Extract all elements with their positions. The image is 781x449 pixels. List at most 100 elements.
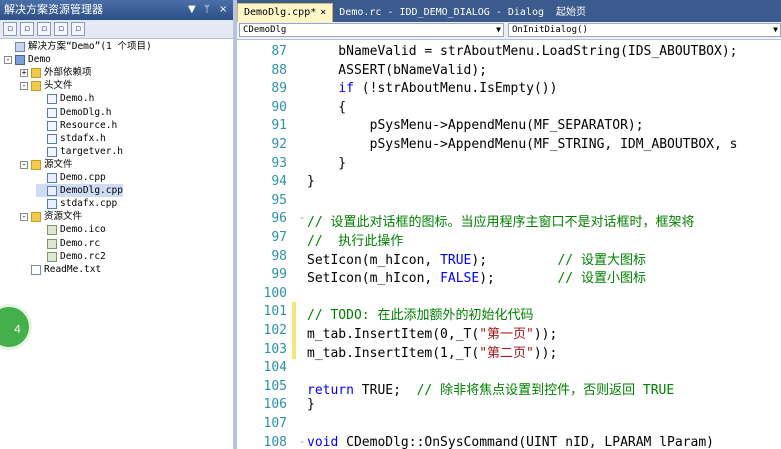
line-number: 87 [271,44,287,59]
code-line[interactable]: pSysMenu->AppendMenu(MF_STRING, IDM_ABOU… [307,137,738,152]
code-line[interactable]: } [307,397,315,412]
code-line[interactable]: // 设置此对话框的图标。当应用程序主窗口不是对话框时，框架将 [307,211,694,230]
folder-icon [31,159,41,170]
tab-label: Demo.rc - IDD_DEMO_DIALOG - Dialog [339,7,544,18]
tree-item[interactable]: DemoDlg.h [36,106,111,119]
code-line[interactable]: m_tab.InsertItem(1,_T("第二页")); [307,342,557,361]
tab-label: 起始页 [555,7,586,18]
tree-item[interactable]: Demo.rc [36,237,100,250]
refresh-icon[interactable]: ▫ [37,22,51,36]
collapse-icon[interactable]: - [20,212,28,221]
member-combo-value: OnInitDialog() [512,25,588,35]
code-token: } [307,174,315,189]
line-number: 94 [271,174,287,189]
tree-item[interactable]: - 头文件 [20,79,73,92]
code-line[interactable]: bNameValid = strAboutMenu.LoadString(IDS… [307,44,737,59]
tree-item[interactable]: stdafx.cpp [36,197,117,210]
tree-item[interactable]: ReadMe.txt [20,263,101,276]
side-badge[interactable]: 4 [0,304,32,350]
code-line[interactable]: ASSERT(bNameValid); [307,63,487,78]
line-number: 107 [263,416,287,431]
tree-item-label: Demo.rc [60,238,101,249]
line-number: 96 [271,211,287,226]
code-token: m_tab.InsertItem(0,_T( [307,327,480,342]
code-line[interactable]: void CDemoDlg::OnSysCommand(UINT nID, LP… [307,435,714,449]
tree-item[interactable]: - 源文件 [20,158,73,171]
pin-icon[interactable]: ᛘ [204,0,210,20]
close-icon[interactable]: × [320,7,326,18]
tree-item[interactable]: - Demo [4,53,51,66]
class-combo[interactable]: CDemoDlg ▼ [239,23,504,37]
line-number: 91 [271,118,287,133]
collapse-icon[interactable]: - [20,81,28,90]
code-token: pSysMenu->AppendMenu(MF_STRING, IDM_ABOU… [307,137,738,152]
expand-icon[interactable]: + [20,68,28,77]
code-line[interactable]: } [307,156,346,171]
panel-title: 解决方案资源管理器 [4,3,103,16]
code-line[interactable]: } [307,174,315,189]
line-number: 105 [263,379,287,394]
document-tab[interactable]: 起始页 [550,4,592,22]
code-line[interactable]: pSysMenu->AppendMenu(MF_SEPARATOR); [307,118,644,133]
tree-item-label: 外部依赖项 [44,67,92,78]
project-icon [15,54,25,65]
document-tab[interactable]: DemoDlg.cpp* × [237,3,334,22]
code-line[interactable]: // 执行此操作 [307,230,403,249]
resource-file-icon [47,224,57,235]
code-line[interactable]: if (!strAboutMenu.IsEmpty()) [307,81,557,96]
tree-item[interactable]: - 资源文件 [20,210,82,223]
tree-item-label: stdafx.cpp [60,198,118,209]
member-combo[interactable]: OnInitDialog() ▼ [508,23,781,37]
document-tab[interactable]: Demo.rc - IDD_DEMO_DIALOG - Dialog [333,4,550,22]
tree-item-label: Demo.h [60,93,95,104]
collapse-icon[interactable]: - [20,160,28,169]
tree-item[interactable]: DemoDlg.cpp [36,184,123,197]
collapse-outline-icon[interactable]: - [299,437,305,448]
properties-icon[interactable]: ▫ [3,22,17,36]
tree-item[interactable]: + 外部依赖项 [20,66,92,79]
tree-item-label: Demo.cpp [60,172,106,183]
folder-icon [31,80,41,91]
view-code-icon[interactable]: ▫ [54,22,68,36]
tree-item[interactable]: Demo.cpp [36,171,106,184]
line-number: 101 [263,304,287,319]
code-line[interactable]: // TODO: 在此添加额外的初始化代码 [307,304,533,323]
panel-dropdown-icon[interactable]: ▼ [188,0,196,20]
code-token: FALSE [440,271,480,286]
code-line[interactable]: return TRUE; // 除非将焦点设置到控件，否则返回 TRUE [307,379,674,398]
line-number: 95 [271,193,287,208]
code-line[interactable]: m_tab.InsertItem(0,_T("第一页")); [307,323,557,342]
code-token: // 执行此操作 [307,234,404,249]
tree-item[interactable]: Demo.rc2 [36,250,106,263]
tree-item[interactable]: Resource.h [36,119,117,132]
line-number: 88 [271,63,287,78]
view-class-diagram-icon[interactable]: ▫ [71,22,85,36]
code-token: ); [471,253,558,268]
code-token: } [307,397,315,412]
folder-icon [31,67,41,78]
collapse-icon[interactable]: - [4,55,12,64]
resource-file-icon [47,238,57,249]
code-token: ASSERT(bNameValid); [307,63,488,78]
tree-item[interactable]: Demo.h [36,92,94,105]
tree-item[interactable]: 解决方案“Demo”(1 个项目) [4,40,152,53]
code-line[interactable]: SetIcon(m_hIcon, TRUE); // 设置大图标 [307,249,646,268]
tree-item[interactable]: stdafx.h [36,132,106,145]
cpp-file-icon [47,198,57,209]
line-number: 97 [271,230,287,245]
code-area[interactable]: 87 88 89 90 91 92 93 94 95 96 97 98 99 100 101 102 103 10… [237,40,781,449]
tab-label: DemoDlg.cpp* [244,7,317,18]
code-line[interactable]: SetIcon(m_hIcon, FALSE); // 设置小图标 [307,267,646,286]
code-line[interactable]: { [307,100,346,115]
tree-item-label: DemoDlg.h [60,107,112,118]
close-icon[interactable]: × [219,0,227,20]
tree-item[interactable]: targetver.h [36,145,123,158]
solution-explorer-title-bar: 解决方案资源管理器 ▼ ᛘ × [0,0,233,20]
code-token: (!strAboutMenu.IsEmpty()) [353,81,558,96]
tree-item[interactable]: Demo.ico [36,223,106,236]
collapse-outline-icon[interactable]: - [299,213,305,224]
code-token: "第一页" [479,327,534,342]
tree-item-label: Demo.ico [60,224,106,235]
show-all-files-icon[interactable]: ▫ [20,22,34,36]
